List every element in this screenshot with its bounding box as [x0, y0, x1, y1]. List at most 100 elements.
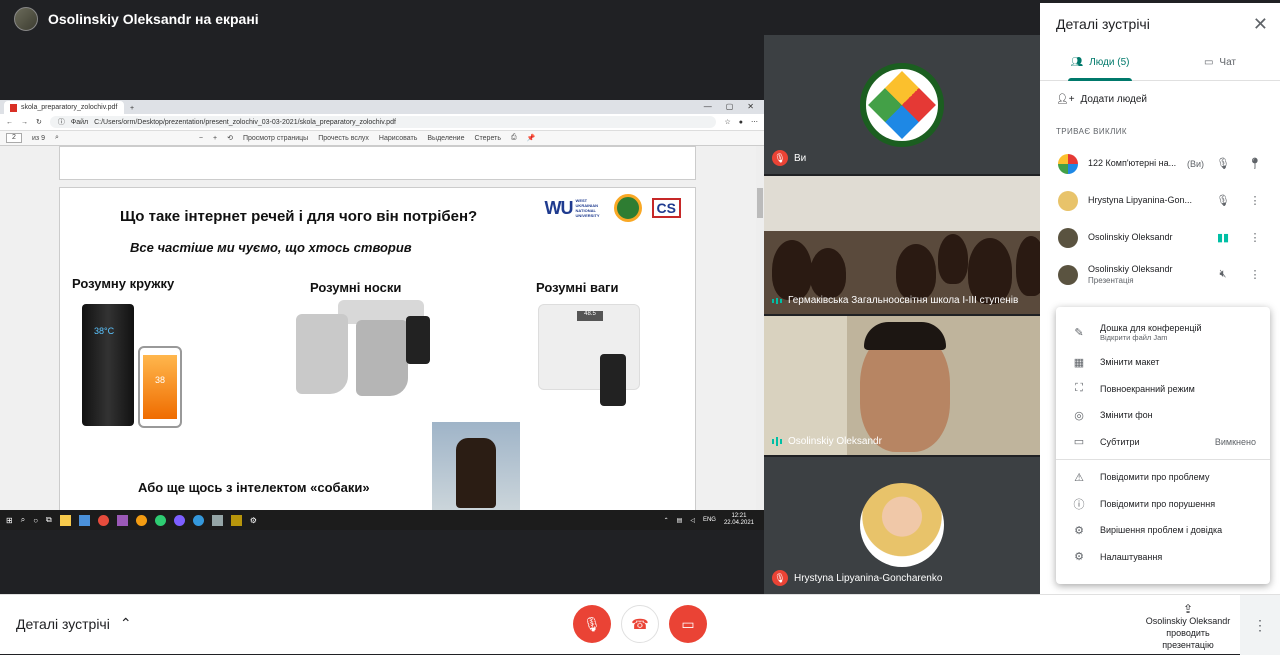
- telegram-icon[interactable]: [192, 514, 204, 526]
- participant-tile-hrystyna[interactable]: 🎙︎ Hrystyna Lipyanina-Goncharenko: [764, 457, 1040, 594]
- product-label-scale: Розумні ваги: [536, 280, 619, 295]
- app-icon[interactable]: [116, 514, 128, 526]
- close-window-icon[interactable]: ✕: [747, 102, 754, 111]
- participant-tile-school[interactable]: Гермаківська Загальноосвітня школа І-ІІІ…: [764, 176, 1040, 314]
- camera-toggle-button[interactable]: ▭: [669, 605, 707, 643]
- minimize-icon[interactable]: —: [704, 102, 712, 111]
- menu-item-settings[interactable]: ⚙ Налаштування: [1056, 544, 1270, 571]
- menu-item-layout[interactable]: ▦ Змінити макет: [1056, 349, 1270, 376]
- back-icon[interactable]: ←: [6, 119, 13, 126]
- store-icon[interactable]: [78, 514, 90, 526]
- participant-row[interactable]: Osolinskiy Oleksandr ▮▮ ⋮: [1040, 219, 1280, 256]
- participant-row[interactable]: Osolinskiy Oleksandr Презентація 🔇︎ ⋮: [1040, 256, 1280, 293]
- more-options-icon[interactable]: ⋮: [1246, 268, 1264, 281]
- slide-title: Що таке інтернет речей і для чого він по…: [120, 208, 478, 225]
- participant-row[interactable]: 122 Комп'ютерні на... (Ви) 🎙︎ 📍︎: [1040, 145, 1280, 182]
- settings-app-icon[interactable]: ⚙: [250, 516, 257, 525]
- more-options-icon[interactable]: ⋮: [1246, 194, 1264, 207]
- reload-icon[interactable]: ↻: [36, 118, 42, 126]
- people-icon: 👥︎: [1070, 57, 1084, 68]
- participant-row[interactable]: Hrystyna Lipyanina-Gon... 🎙︎ ⋮: [1040, 182, 1280, 219]
- file-explorer-icon[interactable]: [59, 514, 71, 526]
- profile-icon[interactable]: ●: [739, 119, 743, 126]
- page-number-input[interactable]: 2: [6, 133, 22, 143]
- favorite-icon[interactable]: ☆: [724, 118, 730, 126]
- leave-call-button[interactable]: ☎: [621, 605, 659, 643]
- dog-image: [432, 422, 520, 516]
- add-people-button[interactable]: 👤︎+ Додати людей: [1040, 81, 1280, 117]
- menu-item-background[interactable]: ◎ Змінити фон: [1056, 402, 1270, 429]
- edge-icon[interactable]: [154, 514, 166, 526]
- volume-icon[interactable]: ◁: [690, 517, 695, 524]
- menu-item-report-problem[interactable]: ⚠ Повідомити про проблему: [1056, 464, 1270, 491]
- viber-icon[interactable]: [173, 514, 185, 526]
- meeting-stage: Osolinskiy Oleksandr на екрані skola_pre…: [0, 0, 1280, 594]
- product-label-socks: Розумні носки: [310, 280, 402, 295]
- fit-icon[interactable]: ⟲: [227, 134, 233, 142]
- pdf-scrollbar[interactable]: [756, 146, 764, 510]
- participant-sub: Презентація: [1088, 275, 1134, 285]
- cs-logo: CS: [651, 198, 681, 218]
- pdf-viewer[interactable]: WU WEST UKRAINIAN NATIONAL UNIVERSITY CS…: [0, 146, 764, 517]
- pdf-tool-draw[interactable]: Нарисовать: [379, 135, 417, 142]
- avatar: [1058, 153, 1078, 174]
- tab-people[interactable]: 👥︎ Люди (5): [1040, 45, 1160, 81]
- mic-off-icon: 🎙︎: [772, 150, 788, 166]
- pdf-search-icon[interactable]: ⌕: [55, 134, 59, 142]
- firefox-icon[interactable]: [135, 514, 147, 526]
- department-avatar: [860, 63, 944, 147]
- speaking-icon: ▮▮: [1216, 232, 1230, 244]
- wu-logo-text: WEST UKRAINIAN NATIONAL UNIVERSITY: [575, 198, 600, 218]
- network-icon[interactable]: ▤: [677, 517, 683, 524]
- meeting-details-button[interactable]: Деталі зустрічі ⌃: [16, 615, 132, 632]
- pdf-tool-highlight[interactable]: Выделение: [427, 135, 464, 142]
- new-tab-button[interactable]: +: [124, 105, 140, 114]
- menu-label: Змінити макет: [1100, 357, 1160, 368]
- forward-icon[interactable]: →: [21, 119, 28, 126]
- tile-name-hrystyna: Hrystyna Lipyanina-Goncharenko: [794, 572, 943, 584]
- pdf-tool-read[interactable]: Прочесть вслух: [318, 135, 369, 142]
- widgets-icon[interactable]: ⧉: [46, 515, 52, 525]
- product-label-mug: Розумну кружку: [72, 276, 175, 291]
- more-options-icon[interactable]: ⋮: [1246, 231, 1264, 244]
- dog-caption: Або ще щось з інтелектом «собаки»: [138, 480, 370, 495]
- more-options-button[interactable]: ⋮: [1240, 595, 1280, 655]
- menu-item-whiteboard[interactable]: ✎ Дошка для конференцій Відкрити файл Ja…: [1056, 315, 1270, 349]
- more-options-menu: ✎ Дошка для конференцій Відкрити файл Ja…: [1056, 307, 1270, 584]
- print-icon[interactable]: ⎙: [511, 134, 517, 142]
- camera-app-icon[interactable]: [211, 514, 223, 526]
- taskbar-clock[interactable]: 12:21 22.04.2021: [724, 513, 754, 527]
- participant-tile-you[interactable]: 🎙︎ Ви: [764, 35, 1040, 174]
- presentation-app-icon[interactable]: [230, 514, 242, 526]
- task-view-icon[interactable]: ○: [33, 516, 38, 525]
- close-icon[interactable]: ✕: [1253, 14, 1268, 35]
- presenter-avatar: [14, 7, 38, 31]
- avatar: [1058, 227, 1078, 248]
- pin-icon[interactable]: 📌: [527, 134, 536, 142]
- tab-chat[interactable]: ▭ Чат: [1160, 45, 1280, 80]
- language-indicator[interactable]: ENG: [703, 517, 716, 523]
- presenting-status[interactable]: ⇪ Osolinskiy Oleksandr проводить презент…: [1140, 603, 1236, 651]
- pdf-tool-erase[interactable]: Стереть: [474, 135, 500, 142]
- windows-start-icon[interactable]: ⊞: [6, 516, 13, 525]
- menu-item-report-abuse[interactable]: ⓘ Повідомити про порушення: [1056, 491, 1270, 518]
- tray-arrow-icon[interactable]: ⌃: [664, 517, 669, 524]
- address-bar[interactable]: ⓘ Файл C:/Users/orm/Desktop/prezentation…: [49, 116, 717, 128]
- pdf-tool-view[interactable]: Просмотр страницы: [243, 135, 308, 142]
- menu-item-captions[interactable]: ▭ Субтитри Вимкнено: [1056, 429, 1270, 456]
- browser-menu-icon[interactable]: ⋯: [751, 118, 758, 126]
- menu-label: Вирішення проблем і довідка: [1100, 525, 1223, 536]
- chrome-icon[interactable]: [97, 514, 109, 526]
- menu-sublabel: Відкрити файл Jam: [1100, 332, 1168, 342]
- menu-item-help[interactable]: ⚙ Вирішення проблем і довідка: [1056, 517, 1270, 544]
- participant-tile-osolinskiy[interactable]: Osolinskiy Oleksandr: [764, 316, 1040, 455]
- pin-icon[interactable]: 📍︎: [1246, 157, 1264, 170]
- more-vert-icon: ⋮: [1253, 616, 1267, 633]
- browser-tab[interactable]: skola_preparatory_zolochiv.pdf: [4, 101, 124, 114]
- zoom-in-icon[interactable]: +: [213, 135, 217, 142]
- taskbar-search-icon[interactable]: ⌕: [21, 515, 25, 525]
- menu-item-fullscreen[interactable]: ⛶ Повноекранний режим: [1056, 376, 1270, 403]
- maximize-icon[interactable]: ▢: [726, 102, 734, 111]
- zoom-out-icon[interactable]: −: [199, 135, 203, 142]
- microphone-toggle-button[interactable]: 🎙︎: [573, 605, 611, 643]
